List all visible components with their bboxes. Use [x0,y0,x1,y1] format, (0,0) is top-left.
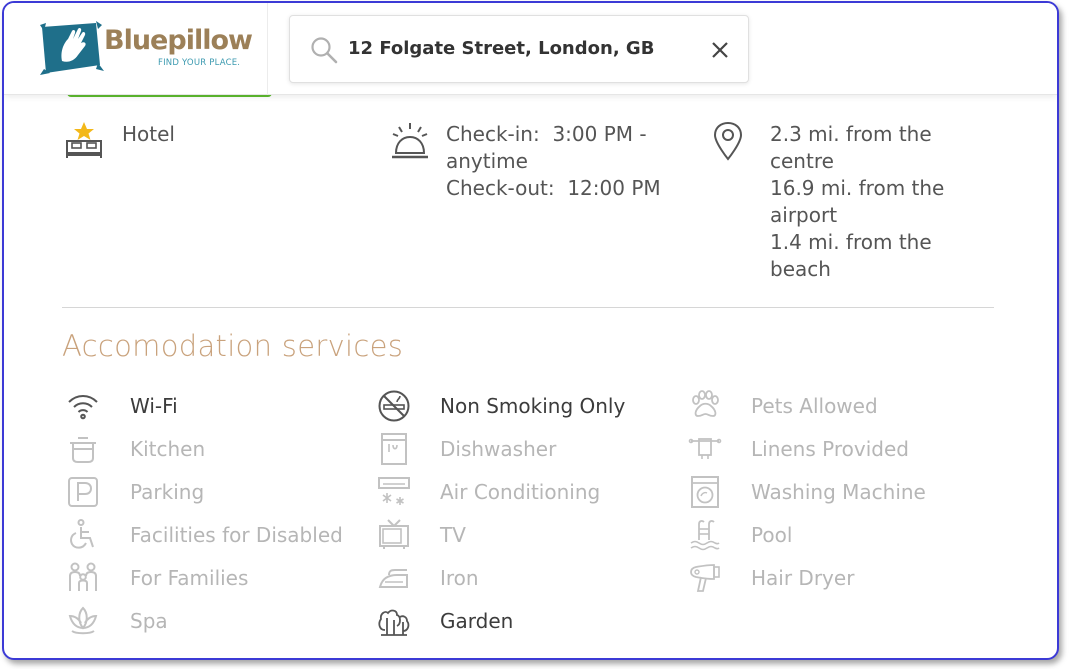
divider [62,307,994,308]
service-garden: Garden [377,604,677,640]
distances: 2.3 mi. from the centre 16.9 mi. from th… [770,121,944,283]
brand-tagline: FIND YOUR PLACE. [158,58,241,68]
property-type: Hotel [122,122,175,146]
wheelchair-icon [70,519,94,549]
service-washing-machine: Washing Machine [688,475,988,511]
tv-icon [379,519,409,549]
section-title: Accomodation services [62,329,404,363]
brand-name: Bluepillow [104,25,253,56]
lotus-icon [68,606,98,635]
pillow-logo-icon [40,21,104,75]
close-icon[interactable] [710,40,730,60]
search-box[interactable]: 12 Folgate Street, London, GB [289,15,749,83]
kitchen-pot-icon [70,437,96,463]
service-linens: Linens Provided [688,432,988,468]
distance-line: airport [770,203,838,227]
service-dishwasher: Dishwasher [377,432,677,468]
distance-line: centre [770,149,834,173]
service-spa: Spa [66,604,366,640]
service-air-conditioning: Air Conditioning [377,475,677,511]
service-pool: Pool [688,518,988,554]
search-icon [311,37,338,64]
checkin-value-continued: anytime [446,149,528,173]
service-disabled: Facilities for Disabled [66,518,366,554]
checkin-checkout: Check-in: 3:00 PM - anytime Check-out: 1… [446,121,661,202]
paw-icon [692,390,719,417]
service-wifi: Wi-Fi [66,389,366,425]
hair-dryer-icon [690,564,720,592]
service-tv: TV [377,518,677,554]
dishwasher-icon [381,433,407,465]
linens-icon [688,438,722,459]
service-hair-dryer: Hair Dryer [688,561,988,597]
hotel-bed-star-icon [66,122,102,158]
service-kitchen: Kitchen [66,432,366,468]
reception-bell-icon [392,123,428,159]
family-icon [69,562,97,591]
wifi-icon [68,395,98,420]
air-conditioner-icon [378,477,410,505]
distance-line: 1.4 mi. from the [770,230,932,254]
distance-line: 2.3 mi. from the [770,122,932,146]
no-smoking-icon [378,390,410,422]
trees-icon [378,609,410,636]
search-input[interactable]: 12 Folgate Street, London, GB [348,38,654,59]
checkin-label: Check-in: [446,122,540,146]
distance-line: 16.9 mi. from the [770,176,945,200]
parking-icon [68,477,98,507]
iron-icon [378,569,408,588]
header: Bluepillow FIND YOUR PLACE. 12 Folgate S… [4,3,1057,95]
service-iron: Iron [377,561,677,597]
logo[interactable]: Bluepillow FIND YOUR PLACE. [4,3,268,95]
service-parking: Parking [66,475,366,511]
checkout-value: 12:00 PM [567,176,661,200]
window-frame: Bluepillow FIND YOUR PLACE. 12 Folgate S… [2,1,1059,660]
checkout-label: Check-out: [446,176,555,200]
washing-machine-icon [691,476,719,508]
checkin-value: 3:00 PM - [552,122,647,146]
distance-line: beach [770,257,831,281]
service-pets: Pets Allowed [688,389,988,425]
location-pin-icon [713,121,743,161]
pool-ladder-icon [690,520,720,551]
service-families: For Families [66,561,366,597]
service-non-smoking: Non Smoking Only [377,389,677,425]
